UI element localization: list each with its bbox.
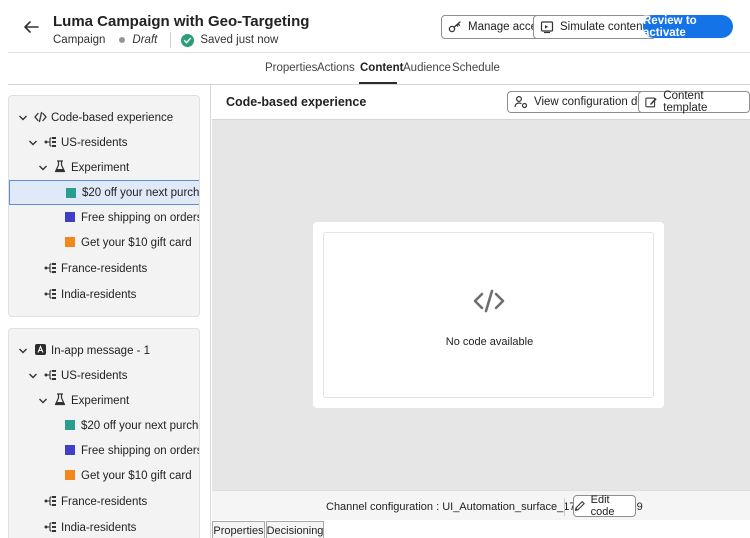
empty-state-text: No code available — [445, 336, 534, 348]
active-tab-indicator — [359, 82, 397, 84]
chevron-down-icon[interactable] — [28, 138, 38, 148]
empty-content-card: No code available — [313, 222, 664, 408]
tree-node-label: Free shipping on orders over $50 — [81, 444, 200, 457]
tree-node-in-app-message[interactable]: In-app message - 1 — [9, 338, 199, 363]
tab-properties[interactable]: Properties — [265, 62, 317, 74]
key-icon — [448, 21, 461, 33]
tree-node-label: In-app message - 1 — [51, 344, 151, 357]
user-settings-icon — [514, 95, 528, 109]
pencil-icon — [574, 501, 585, 511]
back-arrow-icon[interactable] — [22, 18, 40, 36]
saved-check-icon — [181, 33, 195, 47]
tab-audience[interactable]: Audience — [403, 62, 451, 74]
tree-node-us-residents[interactable]: US-residents — [9, 130, 199, 155]
saved-text: Saved just now — [200, 34, 279, 46]
action-tree-column: Code-based experience US-residents Exper… — [0, 85, 211, 538]
tree-node-label: Get your $10 gift card — [81, 469, 192, 482]
code-brackets-icon — [473, 289, 505, 313]
tree-node-label: France-residents — [61, 262, 148, 275]
in-app-message-panel: In-app message - 1 US-residents Experime… — [8, 328, 200, 538]
chevron-down-icon[interactable] — [38, 396, 48, 406]
empty-content-frame: No code available — [323, 232, 654, 398]
tree-node-treatment-free-shipping[interactable]: Free shipping on orders over $50 — [9, 438, 200, 463]
simulate-content-button[interactable]: Simulate content — [533, 15, 656, 39]
tree-node-treatment-gift-card[interactable]: Get your $10 gift card — [9, 230, 199, 255]
page-title: Luma Campaign with Geo-Targeting — [53, 13, 310, 30]
content-preview-canvas: No code available — [212, 120, 750, 490]
audience-split-icon — [44, 289, 56, 299]
content-editor-header: Code-based experience View configuration… — [212, 85, 750, 120]
content-footer: Channel configuration : UI_Automation_su… — [212, 490, 750, 520]
tree-node-experiment[interactable]: Experiment — [9, 388, 199, 413]
template-edit-icon — [645, 97, 657, 108]
status-label: Draft — [132, 34, 158, 46]
experiment-flask-icon — [54, 393, 66, 406]
bottom-panel-tabs: Properties Decisioning — [212, 520, 750, 538]
campaign-meta: Campaign Draft Saved just now — [53, 32, 278, 48]
chevron-down-icon[interactable] — [18, 113, 28, 123]
tree-node-label: US-residents — [61, 369, 128, 382]
footer-divider — [564, 498, 565, 516]
simulate-icon — [540, 21, 554, 34]
tree-node-france-residents[interactable]: France-residents — [9, 489, 199, 514]
tree-node-france-residents[interactable]: France-residents — [9, 256, 199, 281]
audience-split-icon — [44, 370, 56, 380]
tree-node-label: $20 off your next purchase — [82, 186, 200, 199]
tree-node-treatment-gift-card[interactable]: Get your $10 gift card — [9, 463, 199, 488]
treatment-color-swatch — [65, 212, 75, 222]
experiment-flask-icon — [54, 160, 66, 173]
tree-node-label: Code-based experience — [51, 111, 174, 124]
campaign-tabs: Properties Actions Content Audience Sche… — [8, 52, 750, 85]
treatment-color-swatch — [65, 470, 75, 480]
tree-node-label: India-residents — [61, 288, 137, 301]
bottom-tab-decisioning[interactable]: Decisioning — [266, 521, 324, 538]
review-to-activate-button[interactable]: Review to activate — [643, 15, 733, 39]
tree-node-experiment[interactable]: Experiment — [9, 155, 199, 180]
edit-code-label: Edit code — [590, 494, 615, 518]
in-app-message-icon — [35, 344, 46, 355]
tree-node-label: Experiment — [71, 161, 130, 174]
tree-node-label: France-residents — [61, 495, 148, 508]
simulate-label: Simulate content — [560, 21, 646, 33]
tree-node-us-residents[interactable]: US-residents — [9, 363, 199, 388]
tab-schedule[interactable]: Schedule — [452, 62, 500, 74]
tree-node-label: Get your $10 gift card — [81, 236, 192, 249]
tree-node-code-based-experience[interactable]: Code-based experience — [9, 105, 199, 130]
tree-node-label: US-residents — [61, 136, 128, 149]
audience-split-icon — [44, 137, 56, 147]
tree-node-label: $20 off your next purchase — [81, 419, 199, 432]
treatment-color-swatch — [65, 445, 75, 455]
tree-node-label: Free shipping on orders over $50 — [81, 211, 200, 224]
tree-node-india-residents[interactable]: India-residents — [9, 282, 199, 307]
tree-node-treatment-20-off[interactable]: $20 off your next purchase — [9, 413, 199, 438]
treatment-color-swatch — [65, 420, 75, 430]
treatment-color-swatch — [65, 237, 75, 247]
audience-split-icon — [44, 263, 56, 273]
tree-node-india-residents[interactable]: India-residents — [9, 515, 199, 538]
status-dot-icon — [119, 37, 126, 43]
code-based-experience-panel: Code-based experience US-residents Exper… — [8, 95, 200, 317]
campaign-header: Luma Campaign with Geo-Targeting Campaig… — [0, 0, 750, 52]
chevron-down-icon[interactable] — [18, 346, 28, 356]
audience-split-icon — [44, 496, 56, 506]
tab-actions[interactable]: Actions — [317, 62, 355, 74]
bottom-tab-properties[interactable]: Properties — [212, 521, 265, 538]
tree-node-label: India-residents — [61, 521, 137, 534]
tree-node-treatment-20-off[interactable]: $20 off your next purchase — [9, 180, 200, 205]
chevron-down-icon[interactable] — [28, 371, 38, 381]
edit-code-button[interactable]: Edit code — [573, 494, 636, 518]
chevron-down-icon[interactable] — [38, 163, 48, 173]
tree-node-treatment-free-shipping[interactable]: Free shipping on orders over $50 — [9, 205, 200, 230]
tab-content[interactable]: Content — [360, 62, 403, 74]
tree-node-label: Experiment — [71, 394, 130, 407]
treatment-color-swatch — [66, 188, 76, 198]
content-template-label: Content template — [663, 90, 708, 114]
content-section-title: Code-based experience — [226, 95, 367, 109]
type-label: Campaign — [53, 34, 106, 46]
content-template-button[interactable]: Content template — [638, 90, 750, 114]
meta-divider — [170, 32, 172, 48]
code-icon — [34, 111, 47, 123]
audience-split-icon — [44, 522, 56, 532]
